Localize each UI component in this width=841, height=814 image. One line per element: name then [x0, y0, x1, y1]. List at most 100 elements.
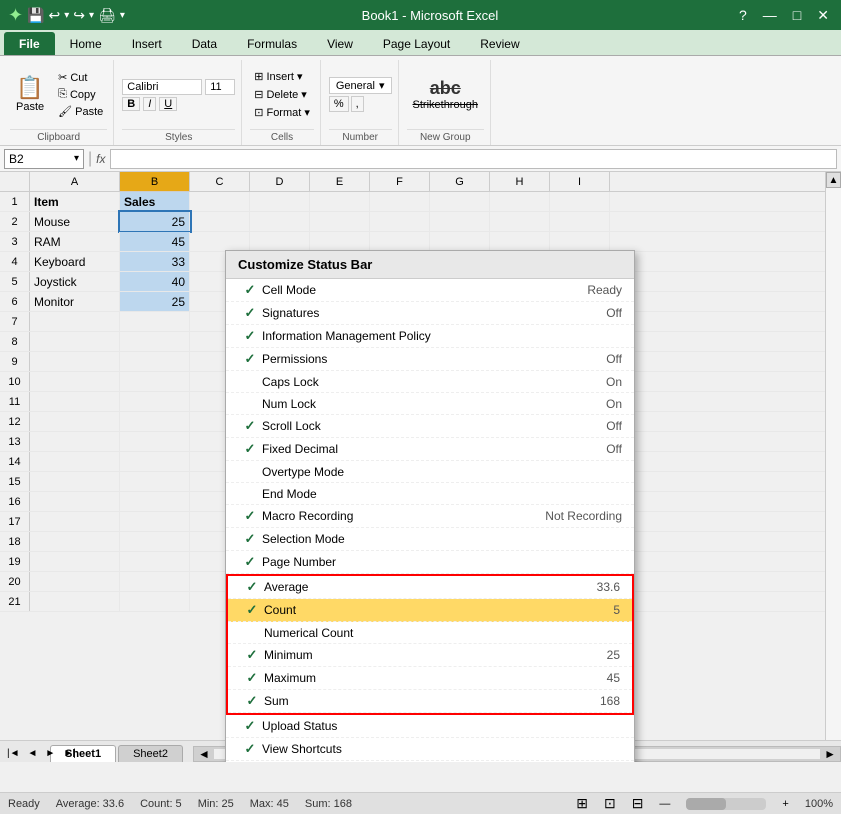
cell-reference-box[interactable]: B2 ▾ — [4, 149, 84, 169]
list-item[interactable]: 33 — [120, 252, 190, 271]
tab-file[interactable]: File — [4, 32, 55, 55]
redo-dropdown-icon[interactable]: ▾ — [89, 10, 94, 21]
list-item[interactable] — [250, 232, 310, 251]
list-item[interactable] — [550, 212, 610, 231]
zoom-slider[interactable] — [686, 798, 766, 810]
zoom-in-button[interactable]: + — [782, 798, 788, 810]
list-item[interactable] — [190, 232, 250, 251]
scroll-right-button[interactable]: ► — [820, 747, 840, 761]
list-item[interactable] — [190, 212, 250, 231]
list-item[interactable]: Numerical Count — [228, 622, 632, 644]
redo-icon[interactable]: ↪ — [73, 7, 85, 24]
list-item[interactable] — [30, 512, 120, 531]
list-item[interactable] — [120, 512, 190, 531]
list-item[interactable]: 25 — [120, 292, 190, 311]
list-item[interactable] — [490, 232, 550, 251]
list-item[interactable] — [120, 552, 190, 571]
list-item[interactable]: ✓SignaturesOff — [226, 302, 634, 325]
list-item[interactable]: ✓PermissionsOff — [226, 348, 634, 371]
list-item[interactable] — [30, 392, 120, 411]
list-item[interactable] — [30, 592, 120, 611]
tab-formulas[interactable]: Formulas — [232, 32, 312, 55]
bold-button[interactable]: B — [122, 97, 140, 111]
tab-insert[interactable]: Insert — [117, 32, 177, 55]
list-item[interactable] — [120, 372, 190, 391]
list-item[interactable] — [120, 352, 190, 371]
minimize-button[interactable]: — — [759, 7, 781, 24]
undo-icon[interactable]: ↩ — [49, 7, 61, 24]
page-break-view-icon[interactable]: ⊟ — [632, 795, 644, 812]
close-button[interactable]: ✕ — [813, 7, 833, 24]
list-item[interactable]: 25 — [120, 212, 190, 231]
font-name[interactable]: Calibri — [122, 79, 202, 95]
list-item[interactable] — [120, 412, 190, 431]
list-item[interactable] — [310, 192, 370, 211]
tab-review[interactable]: Review — [465, 32, 534, 55]
italic-button[interactable]: I — [143, 97, 156, 111]
print-preview-icon[interactable]: 🖨 — [98, 7, 116, 24]
list-item[interactable] — [550, 192, 610, 211]
list-item[interactable] — [120, 452, 190, 471]
list-item[interactable] — [120, 432, 190, 451]
comma-button[interactable]: , — [351, 96, 364, 112]
list-item[interactable] — [120, 532, 190, 551]
list-item[interactable]: RAM — [30, 232, 120, 251]
list-item[interactable] — [120, 492, 190, 511]
list-item[interactable] — [120, 472, 190, 491]
list-item[interactable]: ✓Sum168 — [228, 690, 632, 713]
list-item[interactable]: Caps LockOn — [226, 371, 634, 393]
format-button[interactable]: ⊡ Format ▾ — [250, 105, 314, 120]
last-sheet-button[interactable]: ►| — [60, 747, 79, 760]
underline-button[interactable]: U — [159, 97, 177, 111]
list-item[interactable]: Joystick — [30, 272, 120, 291]
strikethrough-button[interactable]: abc Strikethrough — [407, 75, 484, 115]
list-item[interactable]: ✓Information Management Policy — [226, 325, 634, 348]
list-item[interactable]: Mouse — [30, 212, 120, 231]
list-item[interactable] — [190, 192, 250, 211]
scroll-track[interactable] — [826, 188, 841, 746]
general-dropdown[interactable]: General ▾ — [329, 77, 392, 94]
scroll-up-button[interactable]: ▲ — [826, 172, 841, 188]
list-item[interactable] — [120, 392, 190, 411]
list-item[interactable] — [490, 192, 550, 211]
list-item[interactable] — [120, 572, 190, 591]
list-item[interactable]: ✓Macro RecordingNot Recording — [226, 505, 634, 528]
list-item[interactable] — [30, 432, 120, 451]
list-item[interactable] — [30, 372, 120, 391]
list-item[interactable]: ✓Maximum45 — [228, 667, 632, 690]
list-item[interactable] — [250, 212, 310, 231]
save-icon[interactable]: 💾 — [27, 7, 44, 24]
list-item[interactable] — [30, 552, 120, 571]
copy-button[interactable]: ⎘ Copy — [54, 87, 107, 102]
sheet-tab-sheet2[interactable]: Sheet2 — [118, 745, 183, 762]
undo-dropdown-icon[interactable]: ▾ — [64, 10, 69, 21]
list-item[interactable] — [30, 332, 120, 351]
list-item[interactable] — [310, 212, 370, 231]
tab-data[interactable]: Data — [177, 32, 232, 55]
list-item[interactable]: ✓Zoom100% — [226, 761, 634, 762]
list-item[interactable]: ✓Scroll LockOff — [226, 415, 634, 438]
delete-button[interactable]: ⊟ Delete ▾ — [250, 87, 314, 102]
page-layout-view-icon[interactable]: ⊡ — [604, 795, 616, 812]
list-item[interactable]: ✓Cell ModeReady — [226, 279, 634, 302]
list-item[interactable] — [120, 312, 190, 331]
formula-input[interactable] — [110, 149, 838, 169]
tab-view[interactable]: View — [312, 32, 368, 55]
insert-button[interactable]: ⊞ Insert ▾ — [250, 69, 314, 84]
list-item[interactable] — [120, 332, 190, 351]
percent-button[interactable]: % — [329, 96, 349, 112]
list-item[interactable] — [430, 212, 490, 231]
list-item[interactable] — [30, 492, 120, 511]
format-painter-button[interactable]: 🖌 Paste — [54, 104, 107, 119]
font-size[interactable]: 11 — [205, 79, 235, 95]
list-item[interactable] — [30, 412, 120, 431]
restore-button[interactable]: □ — [789, 7, 805, 24]
list-item[interactable]: Keyboard — [30, 252, 120, 271]
cell-ref-dropdown-icon[interactable]: ▾ — [74, 153, 79, 164]
list-item[interactable]: 45 — [120, 232, 190, 251]
list-item[interactable]: ✓Count5 — [228, 599, 632, 622]
list-item[interactable]: ✓Upload Status — [226, 715, 634, 738]
list-item[interactable]: 40 — [120, 272, 190, 291]
scroll-left-button[interactable]: ◄ — [194, 747, 214, 761]
normal-view-icon[interactable]: ⊞ — [576, 795, 588, 812]
